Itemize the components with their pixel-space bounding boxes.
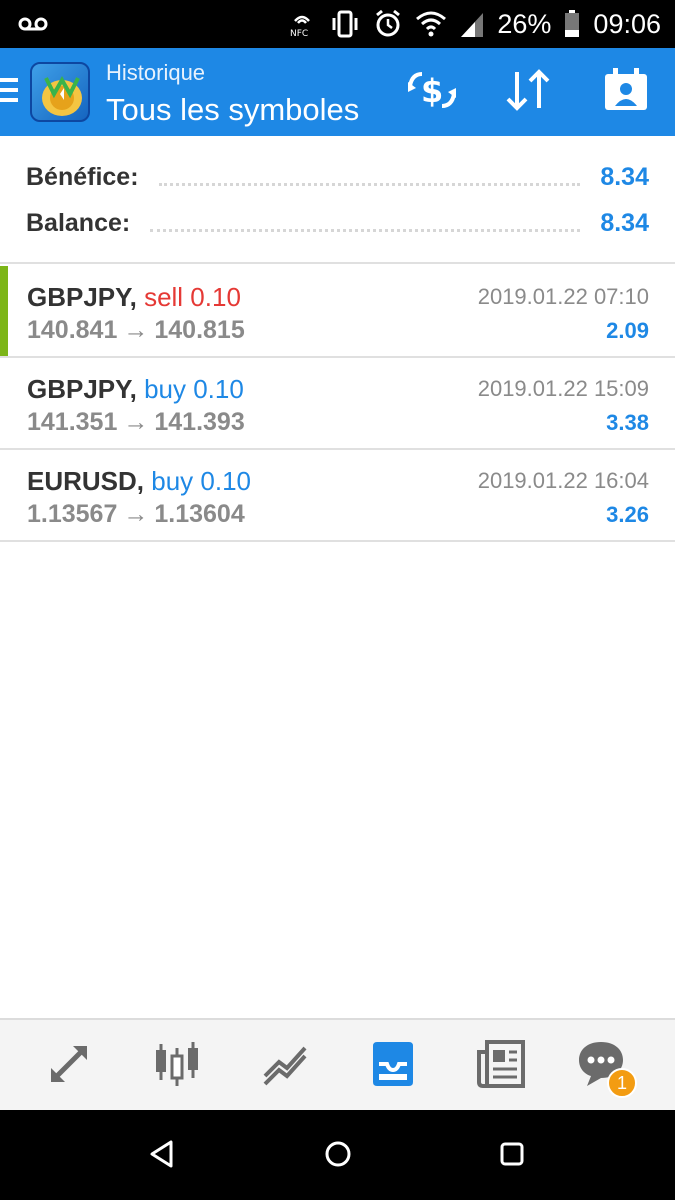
trade-symbol: EURUSD, [27,466,145,496]
balance-label: Balance: [26,208,131,237]
trade-prices: 141.351 → 141.393 [27,408,245,437]
tab-history[interactable] [365,1038,421,1094]
tab-chart[interactable] [257,1038,313,1094]
trade-icon [43,1038,95,1095]
close-price: 141.393 [154,408,245,436]
status-bar: NFC 26% 09:06 [0,0,675,48]
balance-value: 8.34 [600,208,649,237]
trade-time: 2019.01.22 07:10 [477,284,649,309]
calendar-button[interactable] [598,64,654,120]
nfc-icon: NFC [287,9,317,39]
calendar-person-icon [603,67,649,117]
currency-exchange-icon: $ [406,68,458,117]
trade-title: GBPJPY, sell 0.10 [27,282,241,313]
profit-label: Bénéfice: [26,162,139,191]
sort-button[interactable] [500,64,556,120]
history-icon [367,1038,419,1095]
trade-symbol: GBPJPY, [27,374,137,404]
chat-badge: 1 [607,1068,637,1098]
home-icon [323,1139,353,1174]
trade-side: sell 0.10 [144,282,241,312]
selected-indicator [0,266,8,356]
trade-row[interactable]: EURUSD, buy 0.10 1.13567 → 1.13604 2019.01… [0,450,675,542]
clock: 09:06 [593,8,661,39]
appbar-subtitle: Historique [106,60,206,85]
vibrate-icon [329,9,361,39]
trade-side: buy 0.10 [151,466,251,496]
wifi-icon [415,9,447,39]
open-price: 140.841 [27,316,118,344]
close-price: 140.815 [154,316,245,344]
trade-profit: 3.26 [606,502,649,527]
trade-profit: 2.09 [606,318,649,343]
bottom-tab-bar: 1 [0,1018,675,1110]
trade-time: 2019.01.22 16:04 [477,468,649,493]
dotted-leader [150,228,581,232]
trade-row[interactable]: GBPJPY, sell 0.10 140.841 → 140.815 2019.0… [0,266,675,358]
profit-row: Bénéfice: 8.34 [26,154,649,200]
home-button[interactable] [320,1138,356,1174]
tab-news[interactable] [473,1038,529,1094]
sort-icon [503,68,553,117]
trade-prices: 140.841 → 140.815 [27,316,245,345]
back-button[interactable] [144,1138,180,1174]
recents-button[interactable] [494,1138,530,1174]
appbar-title[interactable]: Tous les symboles [106,92,359,128]
app-logo[interactable] [30,62,90,122]
battery-percent: 26% [497,8,552,39]
battery-icon [563,9,581,39]
chart-icon [259,1038,311,1095]
tab-quotes[interactable] [149,1038,205,1094]
quotes-icon [151,1038,203,1095]
summary-panel: Bénéfice: 8.34 Balance: 8.34 [0,136,675,264]
trade-side: buy 0.10 [144,374,244,404]
svg-text:$: $ [421,72,443,110]
arrow-right-icon: → [123,500,149,528]
trade-row[interactable]: GBPJPY, buy 0.10 141.351 → 141.393 2019.01… [0,358,675,450]
recents-icon [497,1139,527,1174]
trade-time: 2019.01.22 15:09 [477,376,649,401]
profit-value: 8.34 [600,162,649,191]
back-icon [147,1139,177,1174]
news-icon [475,1038,527,1095]
trade-prices: 1.13567 → 1.13604 [27,500,245,529]
tab-chat[interactable]: 1 [573,1038,637,1098]
svg-text:NFC: NFC [290,29,308,39]
close-price: 1.13604 [154,500,245,528]
alarm-icon [373,9,403,39]
android-nav-bar [0,1110,675,1200]
currency-exchange-button[interactable]: $ [404,64,460,120]
signal-icon [459,9,485,39]
trade-title: EURUSD, buy 0.10 [27,466,251,497]
balance-row: Balance: 8.34 [26,200,649,246]
trade-symbol: GBPJPY, [27,282,137,312]
trade-profit: 3.38 [606,410,649,435]
arrow-right-icon: → [123,408,149,436]
arrow-right-icon: → [123,316,149,344]
trade-title: GBPJPY, buy 0.10 [27,374,244,405]
dotted-leader [158,182,581,186]
menu-icon[interactable] [0,78,20,104]
app-bar: Historique Tous les symboles $ [0,48,675,136]
tab-trade[interactable] [41,1038,97,1094]
open-price: 1.13567 [27,500,118,528]
voicemail-icon [18,12,48,41]
open-price: 141.351 [27,408,118,436]
